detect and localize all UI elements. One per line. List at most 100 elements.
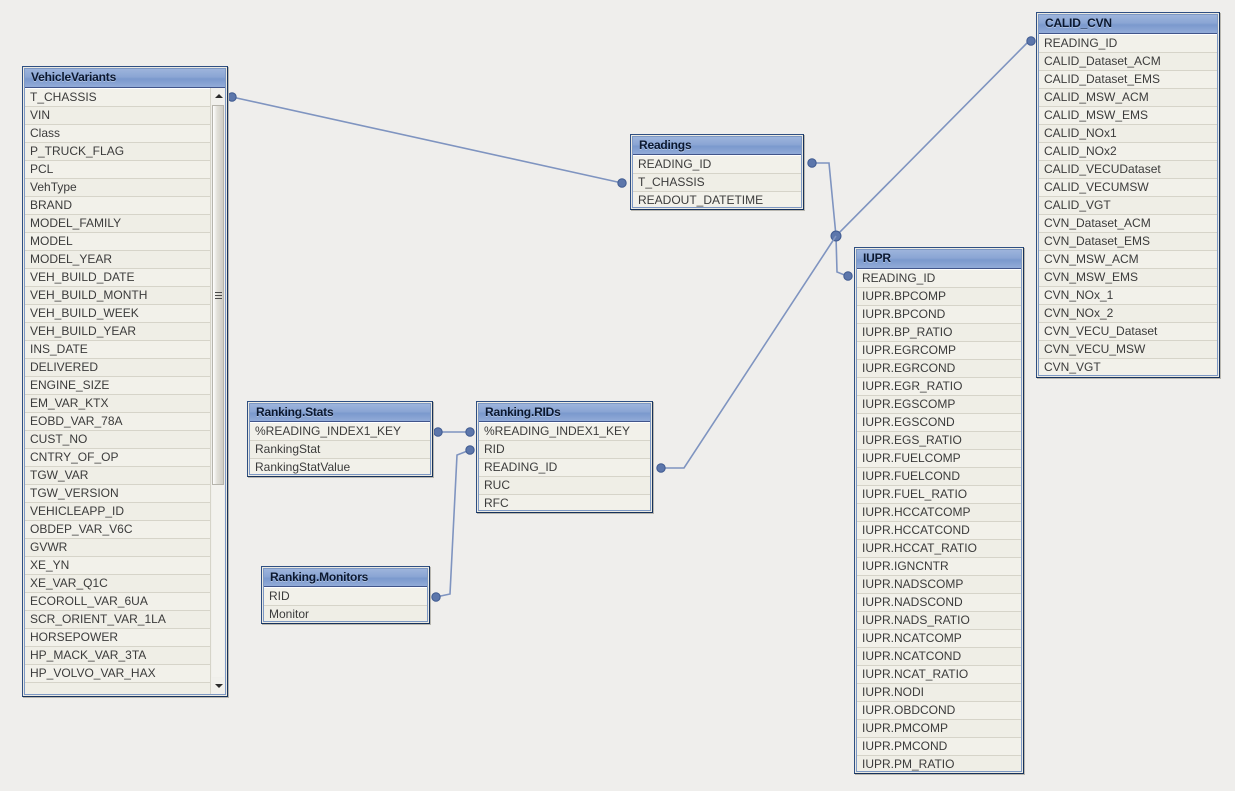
table-field[interactable]: XE_YN bbox=[25, 557, 210, 575]
table-field[interactable]: %READING_INDEX1_KEY bbox=[250, 423, 430, 442]
table-field[interactable]: IUPR.FUELCOMP bbox=[857, 449, 1021, 468]
table-field[interactable]: CALID_VGT bbox=[1039, 196, 1217, 215]
table-field[interactable]: IUPR.EGRCOMP bbox=[857, 341, 1021, 360]
table-field[interactable]: CALID_NOx2 bbox=[1039, 142, 1217, 161]
table-field[interactable]: IUPR.HCCATCOND bbox=[857, 521, 1021, 540]
table-field[interactable]: TGW_VAR bbox=[25, 467, 210, 485]
table-field[interactable]: VIN bbox=[25, 107, 210, 125]
table-field[interactable]: VehType bbox=[25, 179, 210, 197]
table-field[interactable]: IUPR.BPCOMP bbox=[857, 287, 1021, 306]
table-field[interactable]: CALID_VECUMSW bbox=[1039, 178, 1217, 197]
table-field[interactable]: P_TRUCK_FLAG bbox=[25, 143, 210, 161]
table-field[interactable]: READING_ID bbox=[1039, 34, 1217, 53]
table-field[interactable]: IUPR.NADSCOMP bbox=[857, 575, 1021, 594]
table-field[interactable]: CALID_Dataset_EMS bbox=[1039, 70, 1217, 89]
relationship-rankingrids-iupr[interactable] bbox=[656, 235, 837, 473]
triangle-up-icon[interactable] bbox=[211, 88, 225, 104]
table-field[interactable]: IUPR.HCCAT_RATIO bbox=[857, 539, 1021, 558]
relationship-readings-calidcvn[interactable] bbox=[807, 36, 1036, 238]
table-field[interactable]: CALID_MSW_EMS bbox=[1039, 106, 1217, 125]
vertical-scrollbar-vehiclevariants[interactable] bbox=[210, 88, 225, 694]
table-field[interactable]: MODEL_YEAR bbox=[25, 251, 210, 269]
table-field[interactable]: CNTRY_OF_OP bbox=[25, 449, 210, 467]
table-field[interactable]: BRAND bbox=[25, 197, 210, 215]
table-ranking-stats[interactable]: Ranking.Stats %READING_INDEX1_KEY Ranking… bbox=[247, 401, 433, 477]
table-field[interactable]: RankingStat bbox=[250, 441, 430, 460]
table-field[interactable]: GVWR bbox=[25, 539, 210, 557]
scrollbar-track[interactable] bbox=[212, 105, 224, 677]
table-field[interactable]: VEH_BUILD_MONTH bbox=[25, 287, 210, 305]
triangle-down-icon[interactable] bbox=[211, 678, 225, 694]
table-field[interactable]: CVN_Dataset_EMS bbox=[1039, 232, 1217, 251]
table-field[interactable]: CVN_MSW_ACM bbox=[1039, 250, 1217, 269]
table-field[interactable]: RankingStatValue bbox=[250, 459, 430, 474]
table-field[interactable]: CVN_NOx_2 bbox=[1039, 304, 1217, 323]
table-field[interactable]: CVN_Dataset_ACM bbox=[1039, 214, 1217, 233]
table-field[interactable]: ECOROLL_VAR_6UA bbox=[25, 593, 210, 611]
table-field[interactable]: IUPR.BP_RATIO bbox=[857, 323, 1021, 342]
table-field[interactable]: CALID_Dataset_ACM bbox=[1039, 52, 1217, 71]
table-field[interactable]: IUPR.NCAT_RATIO bbox=[857, 665, 1021, 684]
table-field[interactable]: RFC bbox=[479, 495, 650, 510]
table-field[interactable]: IUPR.NCATCOND bbox=[857, 647, 1021, 666]
table-field[interactable]: RUC bbox=[479, 477, 650, 496]
table-field[interactable]: CVN_VGT bbox=[1039, 358, 1217, 375]
table-ranking-rids[interactable]: Ranking.RIDs %READING_INDEX1_KEY RID READI… bbox=[476, 401, 653, 513]
table-field[interactable]: IUPR.EGSCOMP bbox=[857, 395, 1021, 414]
table-ranking-monitors[interactable]: Ranking.Monitors RID Monitor bbox=[261, 566, 430, 624]
relationship-vehiclevariants-readings[interactable] bbox=[227, 92, 627, 188]
relationship-rankingmonitors-rankingrids[interactable] bbox=[431, 445, 475, 602]
table-field[interactable]: IUPR.EGRCOND bbox=[857, 359, 1021, 378]
relationship-rankingstats-rankingrids[interactable] bbox=[433, 427, 475, 437]
table-field[interactable]: Class bbox=[25, 125, 210, 143]
table-readings[interactable]: Readings READING_ID T_CHASSIS READOUT_DATE… bbox=[630, 134, 804, 210]
table-field[interactable]: HP_VOLVO_VAR_HAX bbox=[25, 665, 210, 683]
table-field[interactable]: VEHICLEAPP_ID bbox=[25, 503, 210, 521]
table-field[interactable]: VEH_BUILD_YEAR bbox=[25, 323, 210, 341]
table-field[interactable]: READING_ID bbox=[479, 459, 650, 478]
table-iupr[interactable]: IUPR READING_ID IUPR.BPCOMP IUPR.BPCOND IUP… bbox=[854, 247, 1024, 774]
table-field[interactable]: Monitor bbox=[264, 605, 427, 621]
table-field[interactable]: HORSEPOWER bbox=[25, 629, 210, 647]
table-field[interactable]: IUPR.FUELCOND bbox=[857, 467, 1021, 486]
table-field[interactable]: IUPR.EGR_RATIO bbox=[857, 377, 1021, 396]
table-calid-cvn[interactable]: CALID_CVN READING_ID CALID_Dataset_ACM CAL… bbox=[1036, 12, 1220, 378]
table-field[interactable]: IUPR.OBDCOND bbox=[857, 701, 1021, 720]
table-field[interactable]: IUPR.EGSCOND bbox=[857, 413, 1021, 432]
table-field[interactable]: IUPR.NADSCOND bbox=[857, 593, 1021, 612]
table-field[interactable]: ENGINE_SIZE bbox=[25, 377, 210, 395]
table-field[interactable]: PCL bbox=[25, 161, 210, 179]
table-field[interactable]: CVN_VECU_MSW bbox=[1039, 340, 1217, 359]
table-field[interactable]: CALID_VECUDataset bbox=[1039, 160, 1217, 179]
table-field[interactable]: OBDEP_VAR_V6C bbox=[25, 521, 210, 539]
table-field[interactable]: EM_VAR_KTX bbox=[25, 395, 210, 413]
table-field[interactable]: IUPR.NODI bbox=[857, 683, 1021, 702]
table-field[interactable]: VEH_BUILD_WEEK bbox=[25, 305, 210, 323]
table-field[interactable]: MODEL_FAMILY bbox=[25, 215, 210, 233]
table-field[interactable]: READING_ID bbox=[633, 156, 801, 175]
table-field[interactable]: IUPR.HCCATCOMP bbox=[857, 503, 1021, 522]
table-field[interactable]: IUPR.PM_RATIO bbox=[857, 755, 1021, 771]
scrollbar-thumb[interactable] bbox=[212, 105, 224, 485]
table-field[interactable]: T_CHASSIS bbox=[25, 89, 210, 107]
table-field[interactable]: RID bbox=[264, 587, 427, 606]
table-field[interactable]: EOBD_VAR_78A bbox=[25, 413, 210, 431]
table-field[interactable]: %READING_INDEX1_KEY bbox=[479, 423, 650, 442]
table-field[interactable]: READOUT_DATETIME bbox=[633, 192, 801, 207]
table-field[interactable]: READING_ID bbox=[857, 269, 1021, 288]
table-field[interactable]: IUPR.FUEL_RATIO bbox=[857, 485, 1021, 504]
table-vehiclevariants[interactable]: VehicleVariants T_CHASSIS VIN Class P_TRUCK… bbox=[22, 66, 228, 697]
table-field[interactable]: CVN_NOx_1 bbox=[1039, 286, 1217, 305]
table-field[interactable]: VEH_BUILD_DATE bbox=[25, 269, 210, 287]
table-field[interactable]: XE_VAR_Q1C bbox=[25, 575, 210, 593]
table-field[interactable]: CVN_MSW_EMS bbox=[1039, 268, 1217, 287]
table-field[interactable]: INS_DATE bbox=[25, 341, 210, 359]
table-field[interactable]: IUPR.NADS_RATIO bbox=[857, 611, 1021, 630]
table-field[interactable]: TGW_VERSION bbox=[25, 485, 210, 503]
table-field[interactable]: T_CHASSIS bbox=[633, 174, 801, 193]
table-field[interactable]: IUPR.EGS_RATIO bbox=[857, 431, 1021, 450]
table-field[interactable]: SCR_ORIENT_VAR_1LA bbox=[25, 611, 210, 629]
table-field[interactable]: CVN_VECU_Dataset bbox=[1039, 322, 1217, 341]
table-field[interactable]: IUPR.BPCOND bbox=[857, 305, 1021, 324]
table-field[interactable]: RID bbox=[479, 441, 650, 460]
